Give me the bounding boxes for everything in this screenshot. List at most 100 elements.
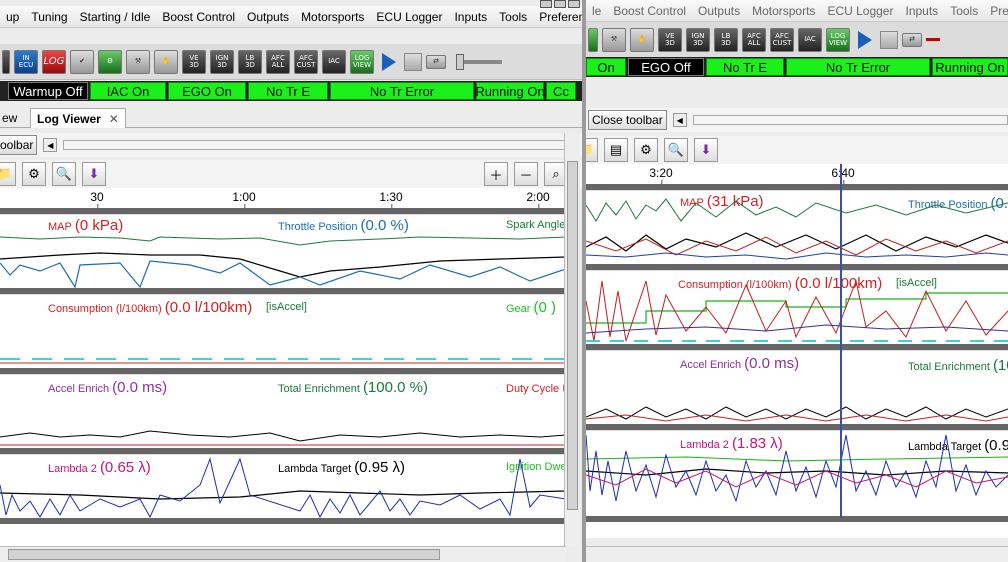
log-view-icon[interactable]: LOG VIEW — [350, 49, 374, 74]
graph-lambda[interactable]: Lambda 2 (1.83 λ) Lambda Target (0.9 — [586, 430, 1008, 516]
log-plot-area[interactable]: 30 1:00 1:30 2:00 MAP (0 kPa) Throttle Po… — [0, 188, 567, 546]
iac-icon[interactable]: IAC — [322, 49, 346, 74]
tr-e-indicator: No Tr E — [706, 58, 784, 76]
lb-3d-icon[interactable]: LB 3D — [714, 27, 738, 52]
tab-previous[interactable]: ew — [0, 108, 23, 128]
log-view-icon[interactable]: LOG VIEW — [826, 27, 850, 52]
close-toolbar-button[interactable]: Close toolbar — [588, 110, 667, 130]
dyno-icon[interactable] — [588, 27, 598, 52]
afr-all-icon[interactable]: AFC ALL — [266, 49, 290, 74]
open-file-icon[interactable]: 📁 — [586, 138, 598, 162]
menu-item-outputs[interactable]: Outputs — [241, 10, 295, 24]
menu-item-starting-idle[interactable]: Starting / Idle — [74, 10, 157, 24]
log-icon[interactable]: LOG — [42, 49, 66, 74]
status-indicator-bar: Warmup Off IAC On EGO On No Tr E No Tr E… — [0, 81, 582, 101]
tab-bar: ew Log Viewer ✕ — [0, 106, 582, 128]
graph-enrichment[interactable]: Accel Enrich(0.0 ms) Total Enrichment(10… — [0, 374, 567, 450]
menu-item-inputs[interactable]: Inputs — [899, 4, 944, 18]
vertical-scrollbar[interactable] — [564, 133, 580, 546]
menu-item-ecu-logger[interactable]: ECU Logger — [821, 4, 899, 18]
close-tab-icon[interactable]: ✕ — [109, 112, 119, 126]
vertical-scrollbar-thumb[interactable] — [567, 161, 578, 510]
scroll-left-icon[interactable]: ◀ — [672, 113, 687, 127]
afr-cust-icon[interactable]: AFC CUST — [294, 49, 318, 74]
menu-item-inputs[interactable]: Inputs — [448, 10, 493, 24]
menu-item-tools[interactable]: Tools — [493, 10, 533, 24]
tool-icon[interactable]: ⚒ — [126, 49, 150, 74]
ign-3d-icon[interactable]: IGN 3D — [686, 27, 710, 52]
menu-item-preferences[interactable]: Preferences — [533, 10, 582, 24]
close-toolbar-button[interactable]: oolbar — [0, 135, 38, 155]
ign-3d-icon[interactable]: IGN 3D — [210, 49, 234, 74]
horizontal-scrollbar[interactable] — [0, 546, 566, 562]
tab-log-viewer[interactable]: Log Viewer ✕ — [30, 108, 126, 128]
open-file-icon[interactable]: 📁 — [0, 162, 16, 186]
menu-item-tools[interactable]: Tools — [944, 4, 984, 18]
maximize-icon[interactable] — [554, 0, 566, 8]
close-window-icon[interactable] — [568, 0, 580, 8]
horizontal-scrollbar-right[interactable] — [586, 546, 1008, 562]
graph-separator — [0, 518, 566, 524]
stop-icon[interactable] — [404, 52, 422, 71]
toolbar-scroll-track[interactable] — [692, 115, 1008, 125]
afr-all-icon[interactable]: AFC ALL — [742, 27, 766, 52]
checkmark-icon[interactable]: ✔ — [70, 49, 94, 74]
hand-icon[interactable]: ✋ — [630, 27, 654, 52]
ego-indicator: EGO On — [168, 82, 246, 100]
lb-3d-icon[interactable]: LB 3D — [238, 49, 262, 74]
iac-icon[interactable]: IAC — [798, 27, 822, 52]
settings-icon[interactable]: ⚙ — [22, 162, 46, 186]
in-ecu-icon[interactable]: IN ECU — [14, 49, 38, 74]
settings-icon[interactable]: ⚙ — [634, 138, 658, 162]
horizontal-scrollbar-thumb[interactable] — [8, 549, 440, 560]
time-cursor-line[interactable] — [840, 164, 842, 518]
ve-3d-icon[interactable]: VE 3D — [658, 27, 682, 52]
tool-icon[interactable]: ⚒ — [602, 27, 626, 52]
search-icon[interactable]: 🔍 — [52, 162, 76, 186]
time-tick: 30 — [90, 190, 104, 210]
log-plot-area-right[interactable]: 3:20 6:40 MAP (31 kPa) Throttle Position(… — [586, 164, 1008, 538]
log-viewer-window-left: up Tuning Starting / Idle Boost Control … — [0, 0, 582, 562]
search-icon[interactable]: 🔍 — [664, 138, 688, 162]
menu-item-boost-control[interactable]: Boost Control — [607, 4, 692, 18]
menu-item-boost-control[interactable]: Boost Control — [156, 10, 241, 24]
iac-indicator: On — [586, 58, 626, 76]
cc-indicator: Cc — [546, 82, 576, 100]
trace-plot — [0, 430, 566, 446]
menu-item-outputs[interactable]: Outputs — [692, 4, 746, 18]
play-icon[interactable] — [858, 30, 872, 49]
download-icon[interactable]: ⬇ — [82, 162, 106, 186]
minimize-icon[interactable] — [540, 0, 552, 8]
menu-item-ecu-logger[interactable]: ECU Logger — [370, 10, 448, 24]
menu-item-setup[interactable]: up — [0, 10, 25, 24]
graph-consumption[interactable]: Consumption (l/100km) (0.0 l/100km) [isAc… — [0, 294, 566, 370]
speed-icon: ⇄ — [426, 54, 446, 69]
toolbar-scroll-track[interactable] — [63, 140, 576, 150]
download-icon[interactable]: ⬇ — [694, 138, 718, 162]
time-tick: 3:20 — [649, 166, 673, 186]
dyno-icon[interactable]: ⚙ — [98, 49, 122, 74]
chart-icon[interactable]: ▤ — [604, 138, 628, 162]
stop-icon[interactable] — [880, 30, 898, 49]
menu-item-file[interactable]: le — [586, 4, 607, 18]
log-viewer-window-right: le Boost Control Outputs Motorsports ECU… — [586, 0, 1008, 562]
play-icon[interactable] — [382, 52, 396, 71]
playback-speed-slider[interactable] — [456, 53, 502, 70]
graph-map-throttle[interactable]: MAP (0 kPa) Throttle Position (0.0 %) Spar… — [0, 214, 566, 290]
graph-lambda[interactable]: Lambda 2 (0.65 λ) Lambda Target (0.95 λ) I… — [0, 454, 567, 520]
menu-item-preferences[interactable]: Preferences — [984, 4, 1008, 18]
graph-enrichment[interactable]: Accel Enrich(0.0 ms) Total Enrichment(10… — [586, 350, 1008, 426]
afr-cust-icon[interactable]: AFC CUST — [770, 27, 794, 52]
zoom-in-icon[interactable]: ＋ — [484, 162, 508, 186]
ve-3d-icon[interactable]: VE 3D — [182, 49, 206, 74]
menu-item-motorsports[interactable]: Motorsports — [746, 4, 821, 18]
menu-item-motorsports[interactable]: Motorsports — [295, 10, 370, 24]
log-viewer-toolbar-right: 📁 ▤ ⚙ 🔍 ⬇ — [586, 136, 1008, 164]
graph-map-throttle[interactable]: MAP(31 kPa) Throttle Position(0.0 — [586, 190, 1008, 266]
zoom-out-icon[interactable]: － — [514, 162, 538, 186]
graph-consumption[interactable]: Consumption (l/100km) (0.0 l/100km) [isAc… — [586, 270, 1008, 346]
hand-icon[interactable]: ✋ — [154, 49, 178, 74]
log-viewer-toolbar: 📁 ⚙ 🔍 ⬇ ＋ － ⌕ — [0, 160, 582, 188]
scroll-left-icon[interactable]: ◀ — [43, 138, 58, 152]
menu-item-tuning[interactable]: Tuning — [25, 10, 73, 24]
